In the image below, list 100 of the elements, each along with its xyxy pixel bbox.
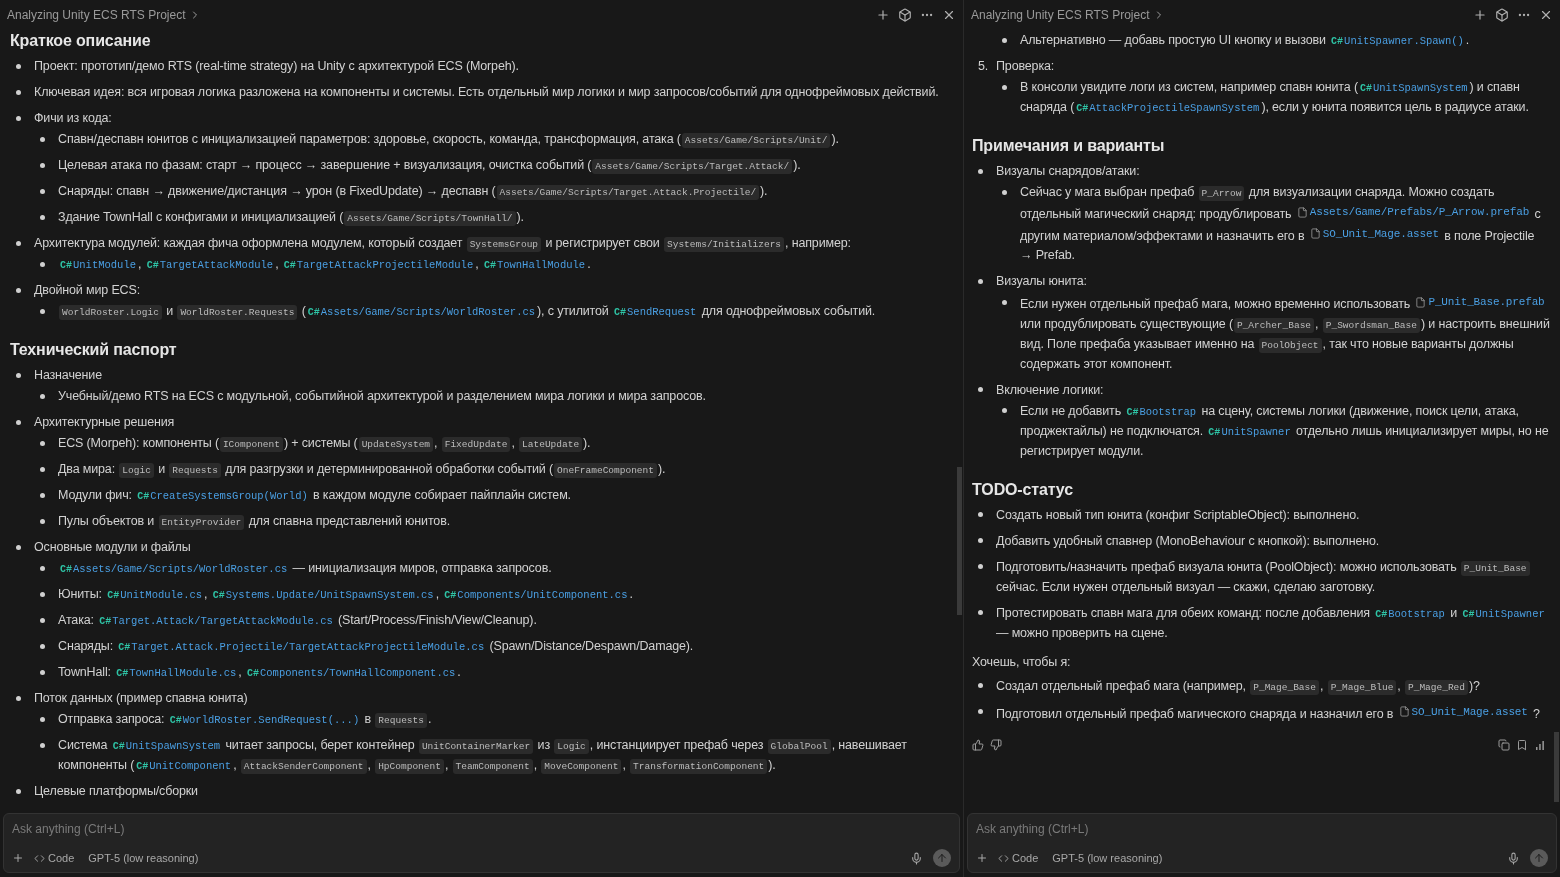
- thumbs-up-icon: [972, 739, 984, 751]
- list-item-text: Если нужен отдельный префаб мага, можно временно использовать P_Unit_Base.prefab или продублировать существующие ( P_Archer_Base , P_Swordsman_Base ) и настроить внешний вид. Поле префаба указывает именно на PoolObject , так что новые варианты должны содержать этот компонент.: [1020, 292, 1550, 374]
- bullet-icon: [1002, 408, 1007, 413]
- bullet-icon: [40, 188, 45, 194]
- bookmark-button[interactable]: [1516, 739, 1528, 751]
- code-link[interactable]: C#AttackProjectileSpawnSystem: [1076, 102, 1260, 114]
- list-item-text: Учебный/демо RTS на ECS с модульной, событийной архитектурой и разделением мира логики и мира запросов.: [58, 388, 707, 405]
- file-link[interactable]: Assets/Game/Prefabs/P_Arrow.prefab: [1296, 202, 1530, 222]
- bullet-icon: [1002, 189, 1007, 195]
- code-link[interactable]: C#SendRequest: [614, 306, 697, 318]
- code-link[interactable]: C#UnitModule.cs: [107, 589, 203, 601]
- copy-button[interactable]: [1498, 739, 1510, 751]
- inline-code: FixedUpdate: [441, 437, 511, 452]
- mic-icon: [910, 851, 923, 865]
- inline-code: PoolObject: [1258, 337, 1322, 353]
- stats-button[interactable]: [1534, 739, 1546, 751]
- cube-icon: [898, 8, 912, 22]
- chat-input[interactable]: Ask anything (Ctrl+L): [976, 820, 1548, 838]
- code-link[interactable]: C#Systems.Update/UnitSpawnSystem.cs: [212, 589, 434, 601]
- code-link[interactable]: C#UnitSpawner: [1462, 607, 1545, 620]
- chat-input[interactable]: Ask anything (Ctrl+L): [12, 820, 951, 838]
- code-link[interactable]: C#Bootstrap: [1375, 607, 1445, 620]
- code-link[interactable]: C#TownHallModule: [483, 259, 586, 271]
- thumbs-up-button[interactable]: [972, 739, 984, 751]
- bullet-icon: [40, 591, 45, 597]
- list-item-text: Целевая атака по фазам: старт → процесс → завершение + визуализация, очистка событий ( Assets/Game/Scripts/Target.Attack/ ).: [58, 157, 802, 175]
- close-button[interactable]: [1539, 8, 1553, 22]
- window-title: Analyzing Unity ECS RTS Project: [7, 7, 186, 24]
- bullet-icon: [40, 492, 45, 498]
- list-item-text: Сейчас у мага выбран префаб P_Arrow для визуализации снаряда. Можно создать отдельный магический снаряд: продублировать Assets/Game/Prefabs/P_Arrow.prefab с другим материалом/эффектами и назначить его в SO_Unit_Mage.asset в поле Projectile → Prefab.: [1020, 184, 1542, 264]
- plus-icon: [876, 8, 890, 22]
- file-link[interactable]: SO_Unit_Mage.asset: [1398, 701, 1528, 722]
- inline-code: SystemsGroup: [466, 237, 542, 252]
- code-link[interactable]: C#UnitSpawnSystem: [112, 740, 221, 752]
- add-button[interactable]: [12, 852, 24, 864]
- thumbs-down-button[interactable]: [990, 739, 1002, 751]
- plus-icon: [1473, 8, 1487, 22]
- scrollbar-thumb[interactable]: [957, 466, 962, 615]
- window-title: Analyzing Unity ECS RTS Project: [971, 7, 1150, 24]
- inline-code: Logic: [119, 463, 154, 478]
- mic-button[interactable]: [1507, 851, 1520, 865]
- file-icon: [1398, 706, 1410, 717]
- chat-input-field[interactable]: Ask anything (Ctrl+L) Code GPT-5 (low reasoning): [3, 813, 960, 873]
- mode-button[interactable]: Code: [34, 849, 75, 867]
- list-item-text: Снаряды: спавн → движение/дистанция → урон (в FixedUpdate) → деспавн ( Assets/Game/Scripts/Target.Attack.Projectile/ ).: [58, 183, 769, 201]
- code-link[interactable]: C#TargetAttackProjectileModule: [283, 259, 474, 271]
- code-link[interactable]: C#UnitSpawner: [1208, 425, 1291, 438]
- list-item-text: Создать новый тип юнита (конфиг ScriptableObject): выполнено.: [996, 506, 1361, 524]
- file-link[interactable]: SO_Unit_Mage.asset: [1309, 223, 1439, 244]
- code-link[interactable]: C#UnitComponent: [136, 760, 232, 772]
- code-link[interactable]: C#Target.Attack/TargetAttackModule.cs: [99, 615, 333, 627]
- chat-input-field[interactable]: Ask anything (Ctrl+L) Code GPT-5 (low reasoning): [967, 813, 1557, 873]
- file-link[interactable]: P_Unit_Base.prefab: [1415, 292, 1545, 312]
- inline-code: TeamComponent: [452, 759, 533, 774]
- close-button[interactable]: [942, 8, 956, 22]
- inline-code: UnitContainerMarker: [418, 739, 534, 754]
- code-link[interactable]: C#Assets/Game/Scripts/WorldRoster.cs: [60, 563, 288, 575]
- scrollbar-thumb[interactable]: [1554, 732, 1559, 803]
- code-link[interactable]: C#Bootstrap: [1126, 405, 1197, 418]
- list-item-text: Назначение: [34, 367, 103, 384]
- model-button[interactable]: GPT-5 (low reasoning): [1052, 849, 1163, 867]
- cube-button[interactable]: [898, 8, 912, 22]
- list-item-text: Хочешь, чтобы я:: [972, 653, 1072, 671]
- bullet-icon: [978, 683, 983, 688]
- bullet-icon: [40, 742, 45, 748]
- list-item-text: ECS (Morpeh): компоненты ( IComponent ) + системы ( UpdateSystem , FixedUpdate , LateUpdate ).: [58, 435, 592, 453]
- code-link[interactable]: C#CreateSystemsGroup(World): [137, 490, 308, 502]
- code-link[interactable]: C#UnitSpawner.Spawn(): [1331, 35, 1464, 47]
- code-link[interactable]: C#Assets/Game/Scripts/WorldRoster.cs: [307, 306, 536, 318]
- new-chat-button[interactable]: [1473, 8, 1487, 22]
- code-link[interactable]: C#TargetAttackModule: [146, 259, 274, 271]
- inline-code: WorldRoster.Logic: [59, 305, 162, 320]
- code-link[interactable]: C#Components/UnitComponent.cs: [444, 589, 628, 601]
- code-link[interactable]: C#TownHallModule.cs: [116, 667, 237, 679]
- new-chat-button[interactable]: [876, 8, 890, 22]
- mic-button[interactable]: [910, 851, 923, 865]
- bullet-icon: [40, 308, 45, 314]
- code-link[interactable]: C#Target.Attack.Projectile/TargetAttackProjectileModule.cs: [118, 641, 485, 653]
- add-button[interactable]: [976, 852, 988, 864]
- bullet-icon: [1002, 84, 1007, 90]
- inline-code: IComponent: [219, 437, 283, 452]
- section-heading: Технический паспорт: [10, 340, 178, 360]
- bookmark-icon: [1516, 739, 1528, 751]
- cube-button[interactable]: [1495, 8, 1509, 22]
- code-link[interactable]: C#WorldRoster.SendRequest(...): [169, 714, 360, 726]
- inline-code: WorldRoster.Requests: [177, 305, 298, 320]
- file-icon: [1309, 228, 1321, 239]
- code-link[interactable]: C#UnitSpawnSystem: [1359, 82, 1468, 94]
- mode-button[interactable]: Code: [998, 849, 1039, 867]
- model-button[interactable]: GPT-5 (low reasoning): [88, 849, 199, 867]
- list-item-text: C#Assets/Game/Scripts/WorldRoster.cs — инициализация миров, отправка запросов.: [59, 560, 553, 577]
- code-link[interactable]: C#Components/TownHallComponent.cs: [246, 667, 456, 679]
- inline-code: Assets/Game/Scripts/Target.Attack/: [592, 159, 793, 174]
- bar-chart-icon: [1534, 739, 1546, 751]
- inline-code: Assets/Game/Scripts/TownHall/: [344, 211, 516, 226]
- list-item-text: Основные модули и файлы: [34, 539, 192, 556]
- code-link[interactable]: C#UnitModule: [60, 259, 137, 271]
- list-item-text: Снаряды: C#Target.Attack.Projectile/TargetAttackProjectileModule.cs (Spawn/Distance/Despawn/Damage).: [58, 638, 695, 655]
- list-number: 5.: [977, 58, 990, 75]
- bullet-icon: [16, 89, 21, 95]
